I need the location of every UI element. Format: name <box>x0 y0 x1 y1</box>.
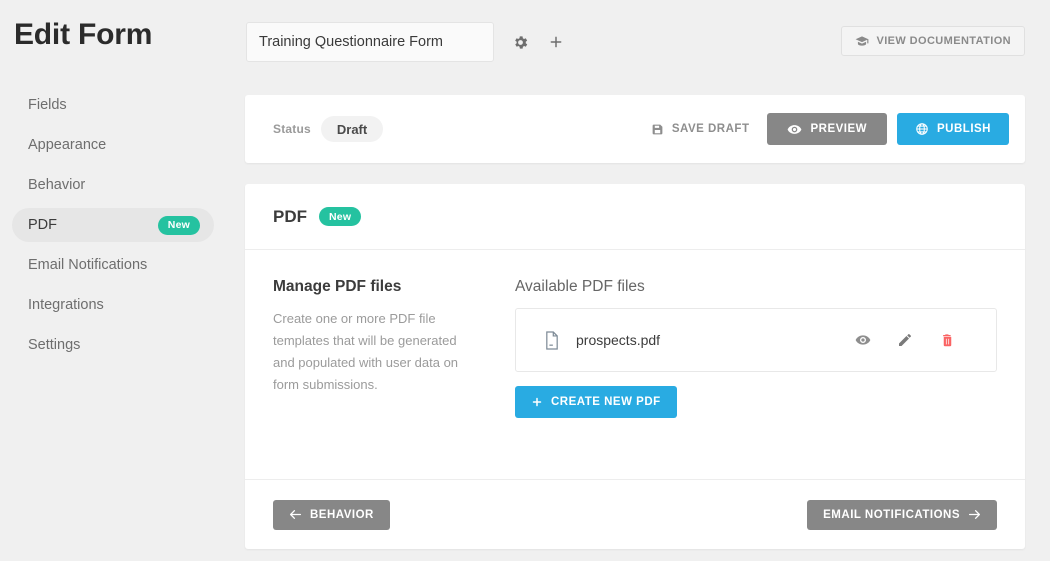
view-documentation-button[interactable]: VIEW DOCUMENTATION <box>841 26 1025 56</box>
manage-pdf-files-description: Create one or more PDF file templates th… <box>273 311 459 392</box>
sidebar-item-label: Fields <box>28 97 67 113</box>
status-badge: New <box>157 215 200 235</box>
plus-icon[interactable] <box>544 30 568 54</box>
globe-icon <box>915 122 929 136</box>
eye-icon <box>787 122 802 137</box>
create-new-pdf-button[interactable]: CREATE NEW PDF <box>515 386 677 418</box>
sidebar-item-fields[interactable]: Fields <box>12 88 214 122</box>
sidebar-item-email-notifications[interactable]: Email Notifications <box>12 248 214 282</box>
status-card: Status Draft SAVE DRAFT PREVIEW PUBLISH <box>245 95 1025 163</box>
pdf-file-actions <box>854 331 956 349</box>
page-title: Edit Form <box>14 18 153 51</box>
page-header: Edit Form VIEW DOCUMENTATION <box>0 0 1050 88</box>
previous-step-label: BEHAVIOR <box>310 508 374 521</box>
sidebar-item-label: Behavior <box>28 177 86 193</box>
view-documentation-label: VIEW DOCUMENTATION <box>876 35 1011 47</box>
available-pdf-files-title: Available PDF files <box>515 278 645 295</box>
sidebar-item-label: Email Notifications <box>28 257 148 273</box>
trash-icon[interactable] <box>938 331 956 349</box>
eye-icon[interactable] <box>854 331 872 349</box>
next-step-button[interactable]: EMAIL NOTIFICATIONS <box>807 499 997 530</box>
preview-button[interactable]: PREVIEW <box>767 113 888 145</box>
pdf-section-footer: BEHAVIOR EMAIL NOTIFICATIONS <box>245 479 1025 549</box>
arrow-right-icon <box>968 509 981 520</box>
arrow-left-icon <box>289 509 302 520</box>
pdf-section-title: PDF <box>273 206 307 226</box>
save-draft-label: SAVE DRAFT <box>671 123 750 135</box>
manage-pdf-files-title: Manage PDF files <box>273 278 402 295</box>
pdf-file-name: prospects.pdf <box>576 332 661 348</box>
sidebar-item-label: Integrations <box>28 297 104 313</box>
status-actions: SAVE DRAFT PREVIEW PUBLISH <box>643 95 1009 163</box>
list-item[interactable]: prospects.pdf <box>516 309 996 371</box>
pdf-section-card: PDF New Manage PDF files Create one or m… <box>245 184 1025 549</box>
sidebar-item-label: Settings <box>28 337 81 353</box>
sidebar-item-label: PDF <box>28 217 57 233</box>
publish-button[interactable]: PUBLISH <box>897 113 1009 145</box>
gear-icon[interactable] <box>508 30 532 54</box>
publish-label: PUBLISH <box>937 123 991 135</box>
edit-form-page: Edit Form VIEW DOCUMENTATION Field <box>0 0 1050 561</box>
floppy-disk-icon <box>651 123 664 136</box>
preview-label: PREVIEW <box>810 123 868 135</box>
next-step-label: EMAIL NOTIFICATIONS <box>823 508 960 521</box>
sidebar-item-appearance[interactable]: Appearance <box>12 128 214 162</box>
form-title-input[interactable] <box>246 22 494 62</box>
plus-icon <box>531 396 543 408</box>
status-row: Status Draft <box>273 95 384 163</box>
sidebar: Fields Appearance Behavior PDF New Email… <box>0 88 226 368</box>
document-icon <box>544 330 560 350</box>
graduation-cap-icon <box>855 35 869 47</box>
pdf-section-body: Manage PDF files Create one or more PDF … <box>245 250 1025 479</box>
previous-step-button[interactable]: BEHAVIOR <box>273 499 390 530</box>
sidebar-item-settings[interactable]: Settings <box>12 328 214 362</box>
status-label: Status <box>273 122 311 136</box>
sidebar-item-pdf[interactable]: PDF New <box>12 208 214 242</box>
available-pdf-files-column: Available PDF files prospects.pdf CREATE… <box>515 278 997 418</box>
sidebar-item-integrations[interactable]: Integrations <box>12 288 214 322</box>
pdf-section-header: PDF New <box>245 184 1025 250</box>
manage-pdf-files-column: Manage PDF files Create one or more PDF … <box>273 278 473 396</box>
status-badge: New <box>319 207 362 226</box>
sidebar-item-label: Appearance <box>28 137 107 153</box>
pdf-file-list: prospects.pdf <box>515 308 997 372</box>
pencil-icon[interactable] <box>896 331 914 349</box>
status-badge: Draft <box>320 116 384 142</box>
create-new-pdf-label: CREATE NEW PDF <box>551 396 661 408</box>
save-draft-button[interactable]: SAVE DRAFT <box>643 113 758 145</box>
sidebar-item-behavior[interactable]: Behavior <box>12 168 214 202</box>
